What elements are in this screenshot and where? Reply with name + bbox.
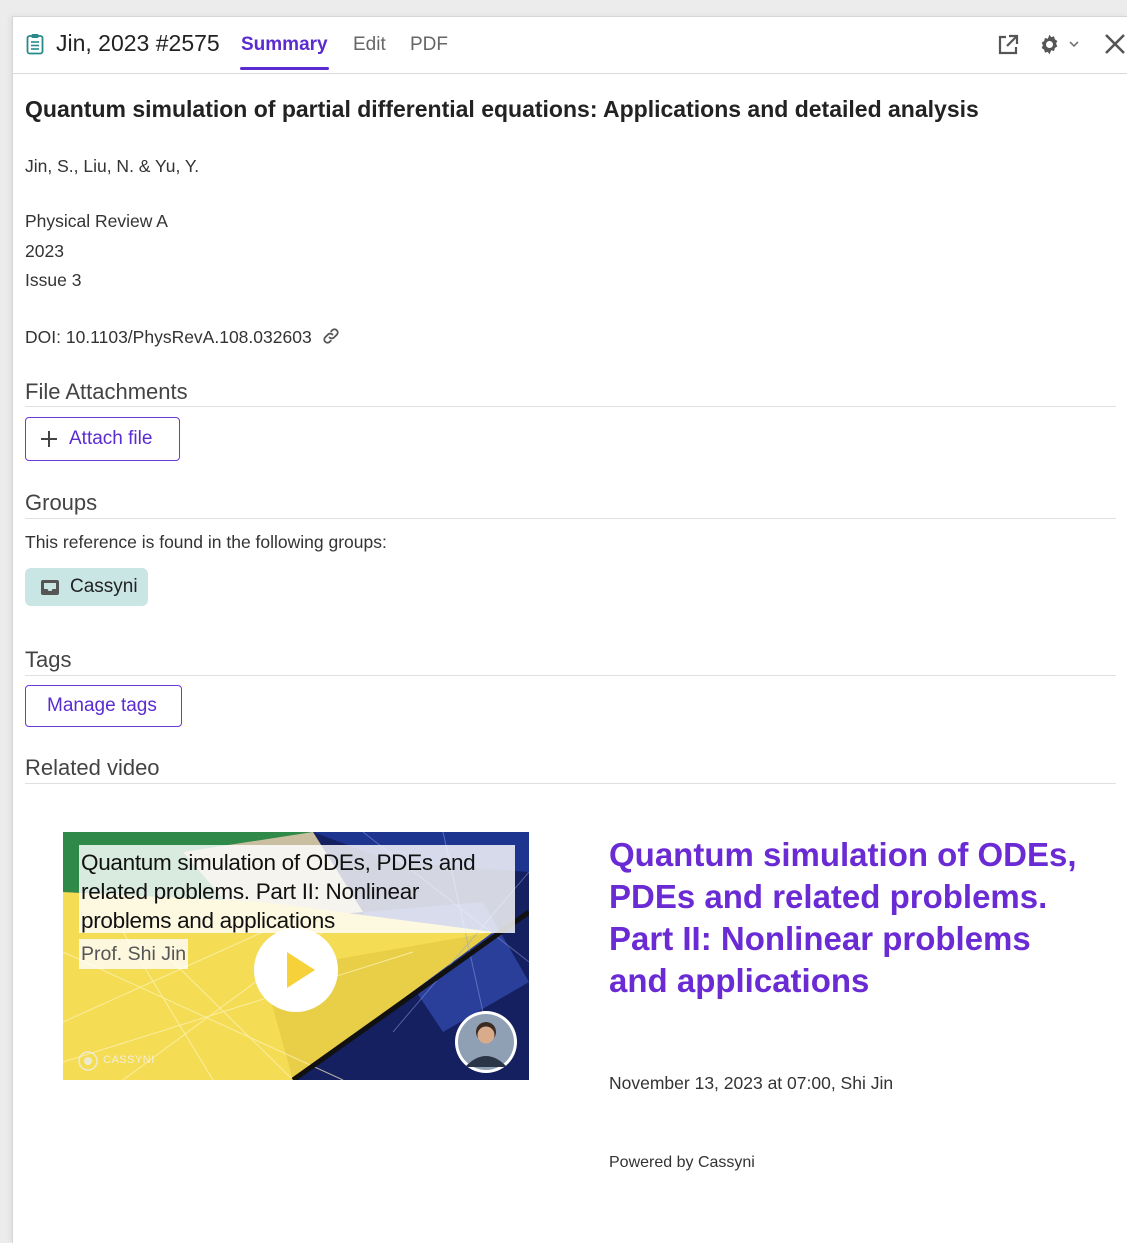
tab-pdf[interactable]: PDF [410, 34, 448, 56]
authors: Jin, S., Liu, N. & Yu, Y. [25, 156, 200, 176]
divider [25, 783, 1116, 784]
related-video-heading: Related video [25, 755, 160, 780]
inbox-icon [41, 579, 59, 595]
divider [25, 518, 1116, 519]
link-icon[interactable] [321, 326, 341, 346]
group-chip-cassyni[interactable]: Cassyni [25, 568, 148, 606]
cassyni-logo: CASSYNI [103, 1054, 155, 1066]
tags-heading: Tags [25, 647, 72, 672]
panel-header: Jin, 2023 #2575 Summary Edit PDF [13, 17, 1127, 74]
tab-summary[interactable]: Summary [241, 34, 328, 56]
reference-icon [26, 34, 44, 55]
open-external-icon[interactable] [996, 33, 1020, 57]
group-chip-label: Cassyni [70, 576, 138, 597]
divider [25, 406, 1116, 407]
reference-panel: Jin, 2023 #2575 Summary Edit PDF Quantum… [12, 16, 1127, 1243]
attach-file-label: Attach file [69, 428, 153, 449]
video-date-author: November 13, 2023 at 07:00, Shi Jin [609, 1073, 894, 1093]
chevron-down-icon[interactable] [1068, 39, 1080, 49]
file-attachments-heading: File Attachments [25, 379, 188, 404]
close-icon[interactable] [1103, 32, 1127, 56]
thumbnail-caption: Quantum simulation of ODEs, PDEs and rel… [79, 845, 515, 933]
plus-icon [41, 431, 57, 447]
manage-tags-button[interactable]: Manage tags [25, 685, 182, 727]
divider [25, 675, 1116, 676]
attach-file-button[interactable]: Attach file [25, 417, 180, 461]
journal: Physical Review A [25, 211, 168, 231]
year: 2023 [25, 241, 64, 261]
paper-title: Quantum simulation of partial differenti… [25, 96, 979, 122]
doi-text: DOI: 10.1103/PhysRevA.108.032603 [25, 327, 312, 347]
groups-description: This reference is found in the following… [25, 532, 387, 552]
gear-icon[interactable] [1037, 32, 1062, 57]
powered-by: Powered by Cassyni [609, 1154, 755, 1171]
thumbnail-author: Prof. Shi Jin [79, 939, 189, 969]
manage-tags-label: Manage tags [47, 695, 157, 716]
video-thumbnail[interactable]: Quantum simulation of ODEs, PDEs and rel… [63, 832, 529, 1080]
tab-edit[interactable]: Edit [353, 34, 386, 56]
doi-row: DOI: 10.1103/PhysRevA.108.032603 [25, 326, 341, 348]
video-title-link[interactable]: Quantum simulation of ODEs, PDEs and rel… [609, 834, 1089, 1002]
play-icon[interactable] [254, 928, 338, 1012]
groups-heading: Groups [25, 490, 98, 515]
reference-label: Jin, 2023 #2575 [56, 30, 220, 56]
tab-summary-underline [240, 67, 329, 70]
issue: Issue 3 [25, 270, 82, 290]
